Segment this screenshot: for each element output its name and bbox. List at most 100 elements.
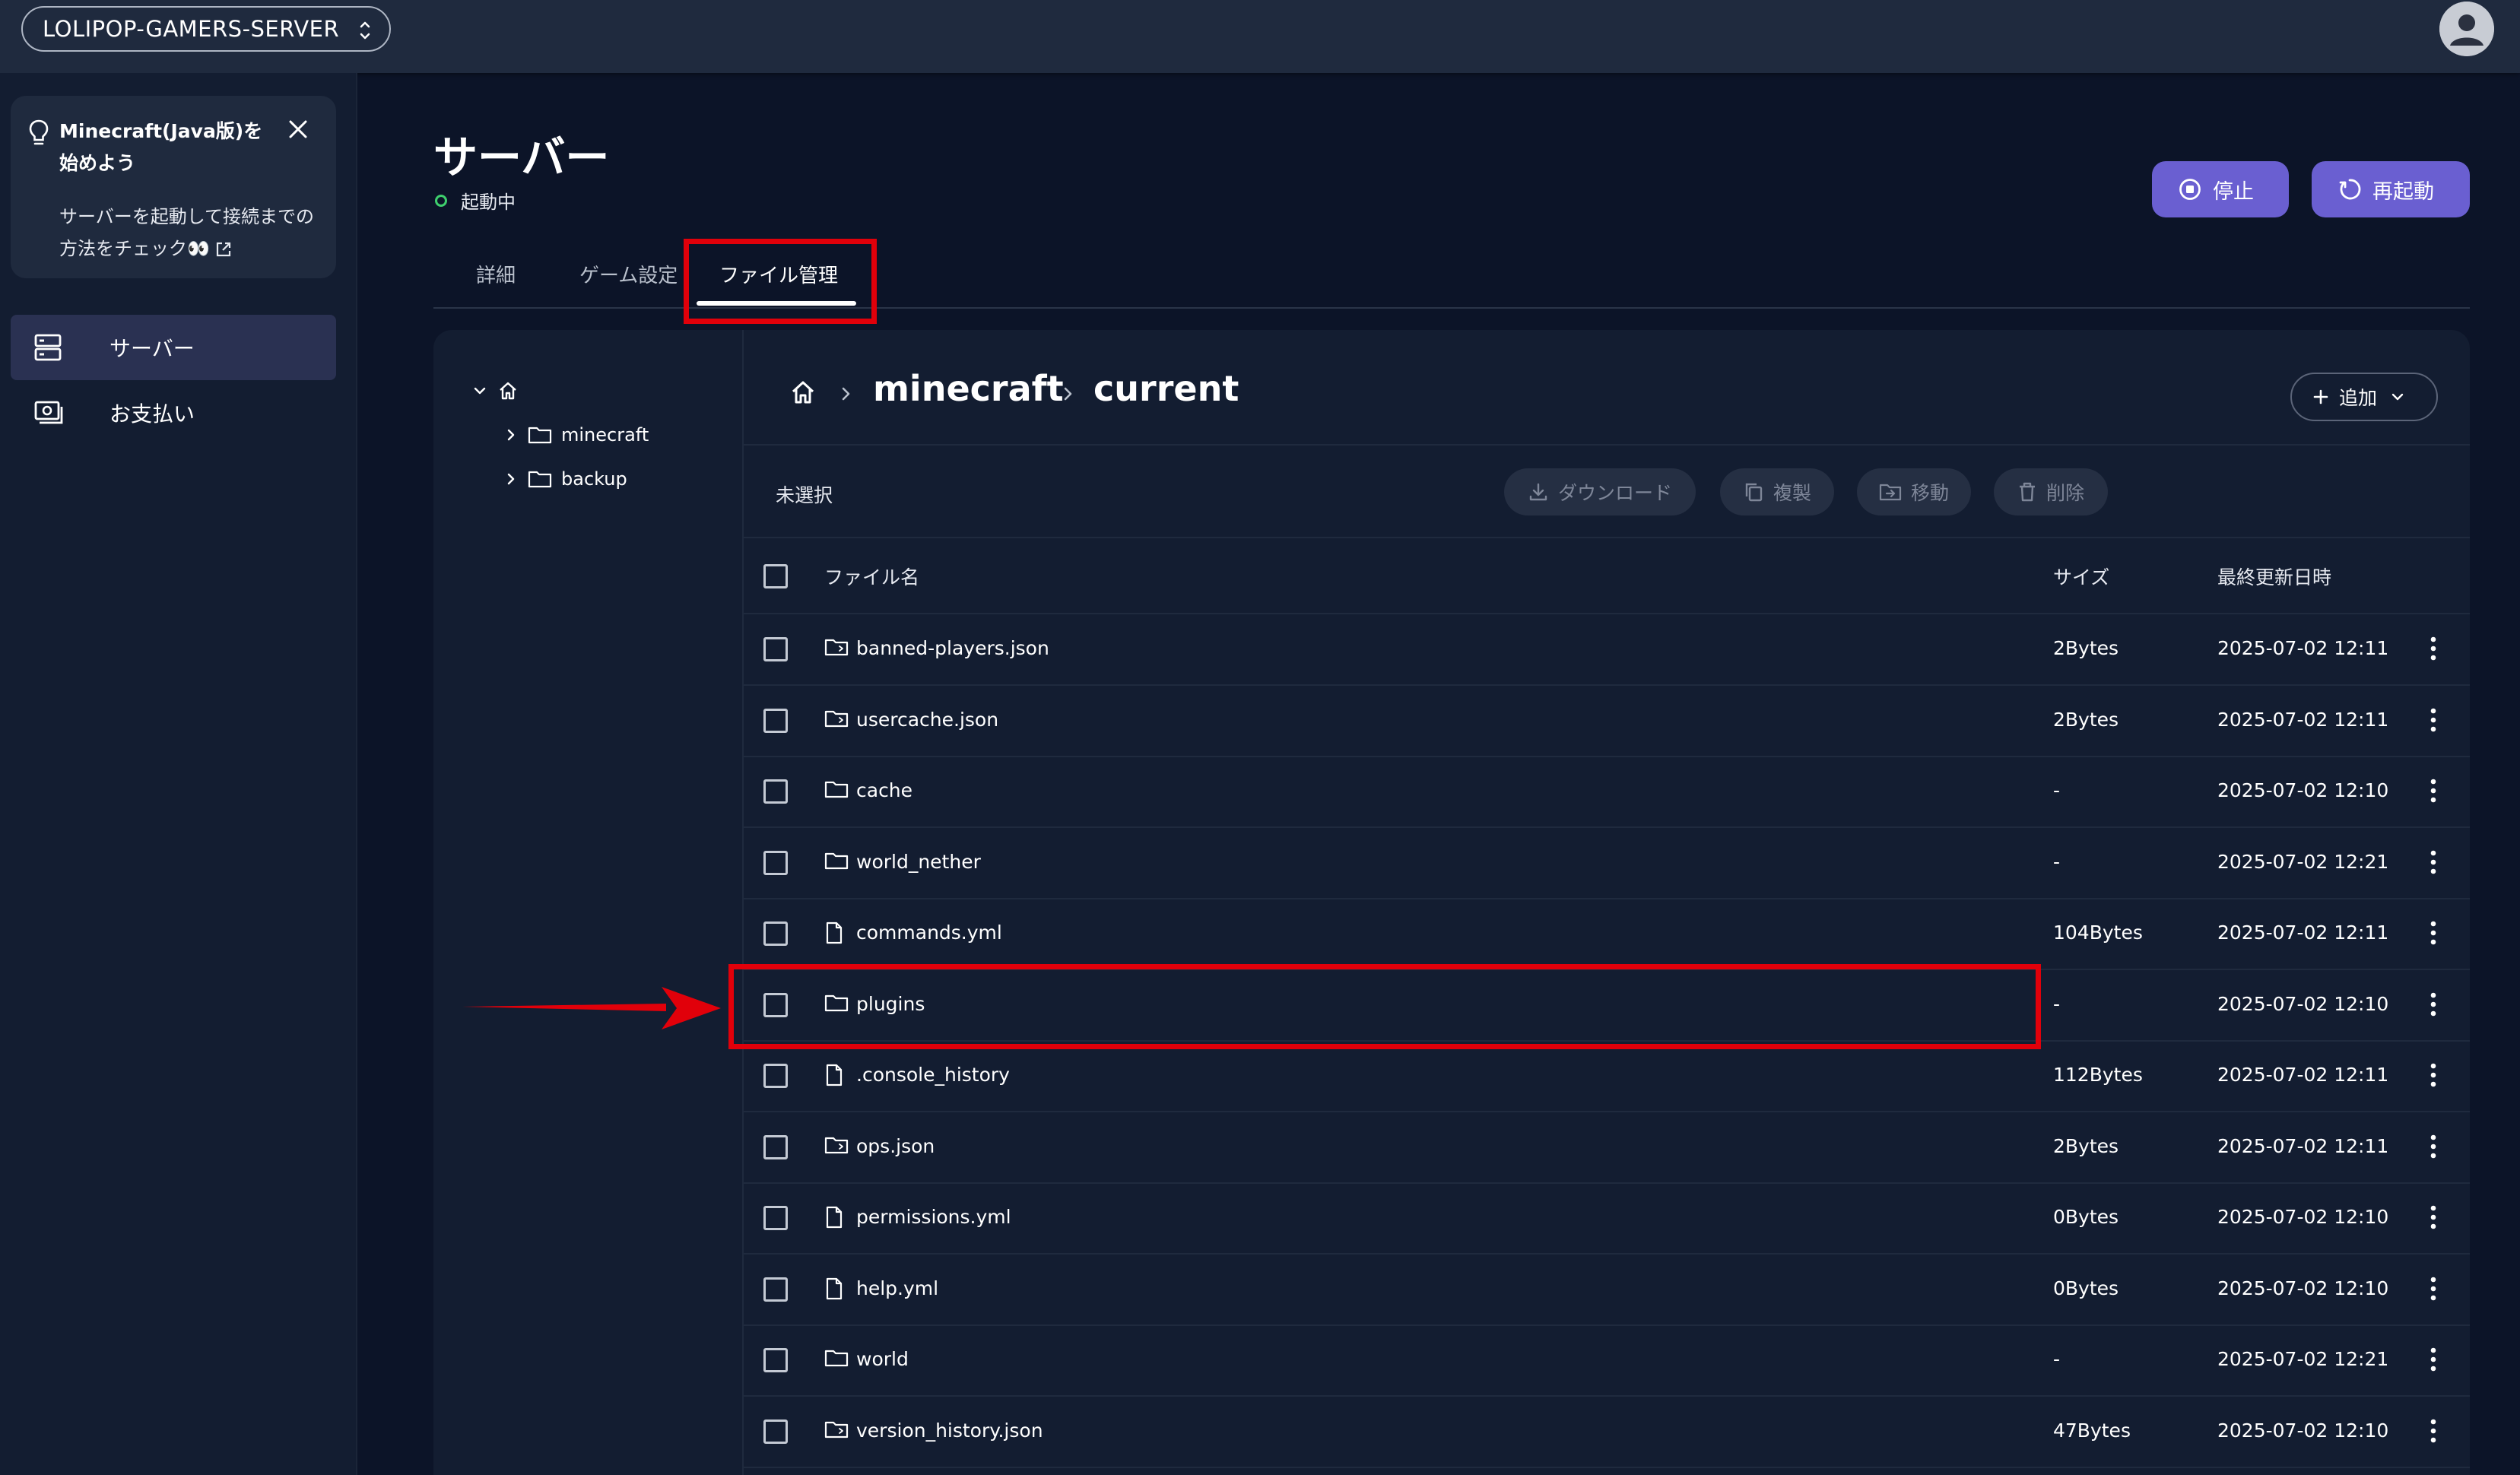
table-row[interactable]: world_nether - 2025-07-02 12:21: [744, 828, 2470, 899]
plus-icon: [2313, 389, 2328, 404]
stop-button[interactable]: 停止: [2152, 161, 2289, 217]
file-size: 2Bytes: [2053, 708, 2119, 731]
close-icon[interactable]: [286, 117, 310, 141]
table-row[interactable]: .console_history 112Bytes 2025-07-02 12:11: [744, 1041, 2470, 1112]
copy-button[interactable]: 複製: [1720, 468, 1834, 515]
more-vertical-icon[interactable]: [2430, 1134, 2436, 1159]
folder-icon: [824, 779, 849, 799]
restart-icon: [2339, 179, 2361, 200]
row-checkbox[interactable]: [763, 1134, 788, 1159]
json-folder-icon: [824, 637, 849, 657]
sidebar-item-server[interactable]: サーバー: [11, 315, 336, 380]
json-folder-icon: [824, 1419, 849, 1439]
file-name[interactable]: ops.json: [856, 1135, 935, 1157]
row-checkbox[interactable]: [763, 708, 788, 733]
file-icon: [824, 921, 844, 944]
page-title: サーバー: [433, 132, 610, 183]
table-row[interactable]: permissions.yml 0Bytes 2025-07-02 12:10: [744, 1183, 2470, 1255]
table-row[interactable]: usercache.json 2Bytes 2025-07-02 12:11: [744, 686, 2470, 757]
tip-link[interactable]: サーバーを起動して接続までの方法をチェック👀: [59, 201, 325, 265]
tab-details[interactable]: 詳細: [476, 260, 516, 288]
table-row[interactable]: cache - 2025-07-02 12:10: [744, 757, 2470, 828]
file-name[interactable]: .console_history: [856, 1064, 1010, 1086]
row-checkbox[interactable]: [763, 1064, 788, 1088]
more-vertical-icon[interactable]: [2430, 778, 2436, 804]
row-checkbox[interactable]: [763, 637, 788, 661]
red-arrow-icon: [462, 987, 721, 1029]
more-vertical-icon[interactable]: [2430, 1062, 2436, 1088]
more-vertical-icon[interactable]: [2430, 707, 2436, 733]
tree-item-backup[interactable]: backup: [503, 468, 627, 490]
table-row[interactable]: banned-players.json 2Bytes 2025-07-02 12:1…: [744, 614, 2470, 686]
file-modified: 2025-07-02 12:11: [2217, 921, 2389, 944]
breadcrumb-segment[interactable]: minecraft: [873, 368, 1064, 409]
file-name[interactable]: usercache.json: [856, 709, 998, 731]
more-vertical-icon[interactable]: [2430, 636, 2436, 661]
file-modified: 2025-07-02 12:11: [2217, 637, 2389, 659]
file-name[interactable]: world_nether: [856, 851, 981, 873]
file-modified: 2025-07-02 12:10: [2217, 1419, 2389, 1442]
download-button[interactable]: ダウンロード: [1504, 468, 1696, 515]
table-row[interactable]: version_history.json 47Bytes 2025-07-02 12…: [744, 1397, 2470, 1468]
file-modified: 2025-07-02 12:10: [2217, 1206, 2389, 1228]
select-all-checkbox[interactable]: [763, 564, 788, 588]
row-checkbox[interactable]: [763, 1206, 788, 1230]
server-icon: [33, 333, 62, 362]
home-icon[interactable]: [789, 379, 817, 406]
delete-label: 削除: [2046, 482, 2084, 504]
more-vertical-icon[interactable]: [2430, 991, 2436, 1017]
file-size: 47Bytes: [2053, 1419, 2131, 1442]
json-folder-icon: [824, 709, 849, 728]
move-button[interactable]: 移動: [1857, 468, 1971, 515]
more-vertical-icon[interactable]: [2430, 1276, 2436, 1302]
row-checkbox[interactable]: [763, 850, 788, 875]
row-checkbox[interactable]: [763, 1277, 788, 1302]
add-button[interactable]: 追加: [2290, 373, 2438, 421]
file-name[interactable]: version_history.json: [856, 1419, 1043, 1442]
server-selector[interactable]: LOLIPOP-GAMERS-SERVER: [21, 6, 391, 52]
file-icon: [824, 1277, 844, 1300]
sidebar-item-label: サーバー: [109, 336, 195, 361]
row-checkbox[interactable]: [763, 1348, 788, 1372]
account-avatar-icon[interactable]: [2439, 2, 2494, 56]
more-vertical-icon[interactable]: [2430, 1347, 2436, 1372]
sidebar: Minecraft(Java版)を始めよう サーバーを起動して接続までの方法をチ…: [0, 73, 357, 1475]
table-row[interactable]: commands.yml 104Bytes 2025-07-02 12:11: [744, 899, 2470, 970]
column-header-name[interactable]: ファイル名: [824, 563, 919, 590]
file-size: -: [2053, 779, 2061, 801]
file-name[interactable]: help.yml: [856, 1277, 938, 1299]
copy-icon: [1745, 483, 1763, 502]
file-name[interactable]: cache: [856, 779, 912, 801]
download-label: ダウンロード: [1557, 482, 1672, 504]
file-name[interactable]: permissions.yml: [856, 1206, 1011, 1228]
sidebar-item-label: お支払い: [109, 401, 195, 427]
table-row[interactable]: ops.json 2Bytes 2025-07-02 12:11: [744, 1112, 2470, 1184]
file-icon: [824, 1064, 844, 1086]
file-size: 112Bytes: [2053, 1064, 2143, 1086]
file-name[interactable]: world: [856, 1348, 909, 1370]
delete-button[interactable]: 削除: [1994, 468, 2108, 515]
table-row[interactable]: world - 2025-07-02 12:21: [744, 1325, 2470, 1397]
tab-game-settings[interactable]: ゲーム設定: [579, 260, 678, 288]
more-vertical-icon[interactable]: [2430, 1204, 2436, 1230]
file-modified: 2025-07-02 12:11: [2217, 1134, 2389, 1157]
column-header-size[interactable]: サイズ: [2053, 563, 2109, 590]
restart-button[interactable]: 再起動: [2312, 161, 2470, 217]
row-checkbox[interactable]: [763, 1419, 788, 1444]
tree-item-minecraft[interactable]: minecraft: [503, 424, 649, 446]
breadcrumb-current: current: [1093, 368, 1239, 409]
more-vertical-icon[interactable]: [2430, 920, 2436, 946]
table-row[interactable]: help.yml 0Bytes 2025-07-02 12:10: [744, 1255, 2470, 1326]
file-name[interactable]: commands.yml: [856, 921, 1002, 944]
more-vertical-icon[interactable]: [2430, 849, 2436, 875]
row-checkbox[interactable]: [763, 779, 788, 804]
sidebar-item-billing[interactable]: お支払い: [11, 380, 336, 446]
file-name[interactable]: banned-players.json: [856, 637, 1049, 659]
tree-root[interactable]: [471, 380, 528, 401]
file-size: -: [2053, 1348, 2061, 1370]
chevron-down-icon: [474, 387, 486, 395]
row-checkbox[interactable]: [763, 921, 788, 946]
more-vertical-icon[interactable]: [2430, 1418, 2436, 1444]
tip-title: Minecraft(Java版)を始めよう: [59, 120, 263, 174]
column-header-modified[interactable]: 最終更新日時: [2217, 563, 2331, 590]
